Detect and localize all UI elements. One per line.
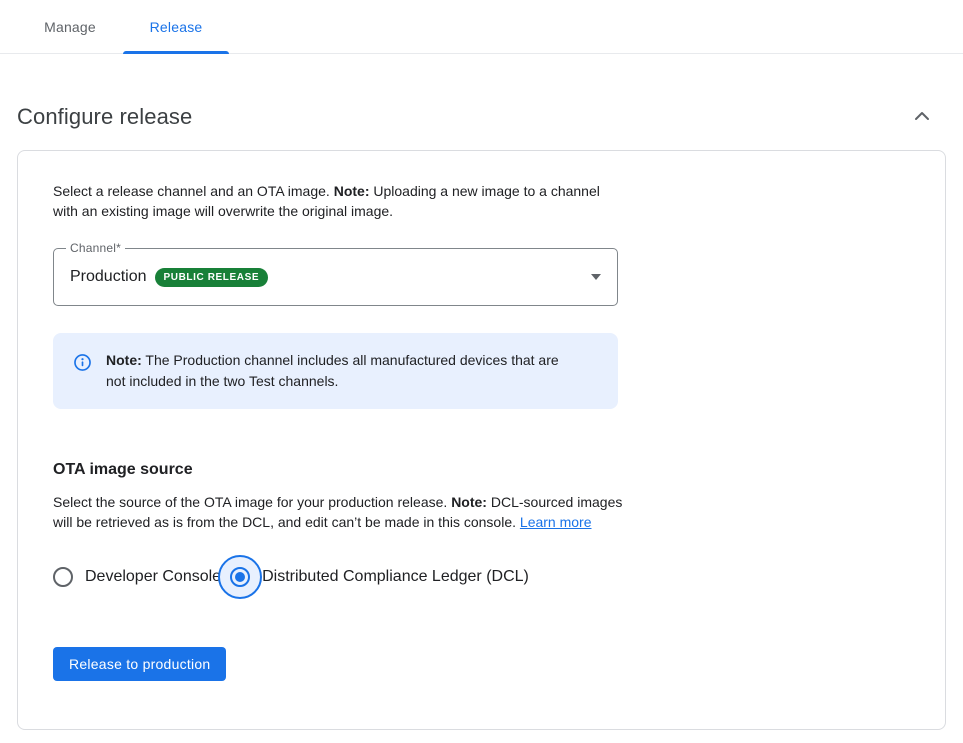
ota-source-radio-group: Developer Console Distributed Compliance… — [53, 555, 910, 599]
tab-release[interactable]: Release — [123, 0, 229, 53]
chevron-up-icon — [910, 104, 934, 131]
channel-select-label: Channel* — [66, 241, 125, 255]
main-content: Configure release Select a release chann… — [0, 103, 963, 730]
radio-developer-console-label: Developer Console — [85, 568, 221, 586]
ota-desc-prefix: Select the source of the OTA image for y… — [53, 494, 451, 510]
tab-release-label: Release — [150, 19, 203, 35]
radio-dcl[interactable]: Distributed Compliance Ledger (DCL) — [218, 555, 529, 599]
radio-dcl-label: Distributed Compliance Ledger (DCL) — [262, 568, 529, 586]
radio-unselected-icon — [53, 567, 73, 587]
tab-bar: Manage Release — [0, 0, 963, 54]
radio-developer-console[interactable]: Developer Console — [53, 567, 221, 587]
channel-select[interactable]: Channel* Production PUBLIC RELEASE — [53, 248, 618, 306]
note-box-body: The Production channel includes all manu… — [106, 352, 559, 389]
release-to-production-button[interactable]: Release to production — [53, 647, 226, 681]
page-title: Configure release — [17, 104, 192, 130]
intro-prefix: Select a release channel and an OTA imag… — [53, 183, 334, 199]
channel-value-text: Production — [70, 268, 147, 286]
production-note-box: Note: The Production channel includes al… — [53, 333, 618, 409]
ota-description: Select the source of the OTA image for y… — [53, 492, 628, 532]
dropdown-arrow-icon — [591, 274, 601, 280]
ota-image-source-heading: OTA image source — [53, 461, 910, 479]
public-release-badge: PUBLIC RELEASE — [155, 268, 269, 287]
section-header: Configure release — [17, 103, 946, 131]
info-icon — [73, 353, 92, 392]
note-box-label: Note: — [106, 352, 142, 368]
learn-more-link[interactable]: Learn more — [520, 514, 592, 530]
radio-focus-halo — [218, 555, 262, 599]
tab-manage-label: Manage — [44, 19, 96, 35]
tab-manage[interactable]: Manage — [17, 0, 123, 53]
production-note-text: Note: The Production channel includes al… — [106, 350, 576, 392]
channel-select-value: Production PUBLIC RELEASE — [70, 268, 268, 287]
intro-text: Select a release channel and an OTA imag… — [53, 181, 618, 221]
collapse-section-button[interactable] — [908, 103, 936, 131]
radio-selected-icon — [230, 567, 250, 587]
ota-note-label: Note: — [451, 494, 487, 510]
radio-dot — [235, 572, 245, 582]
intro-note-label: Note: — [334, 183, 370, 199]
configure-release-card: Select a release channel and an OTA imag… — [17, 150, 946, 730]
